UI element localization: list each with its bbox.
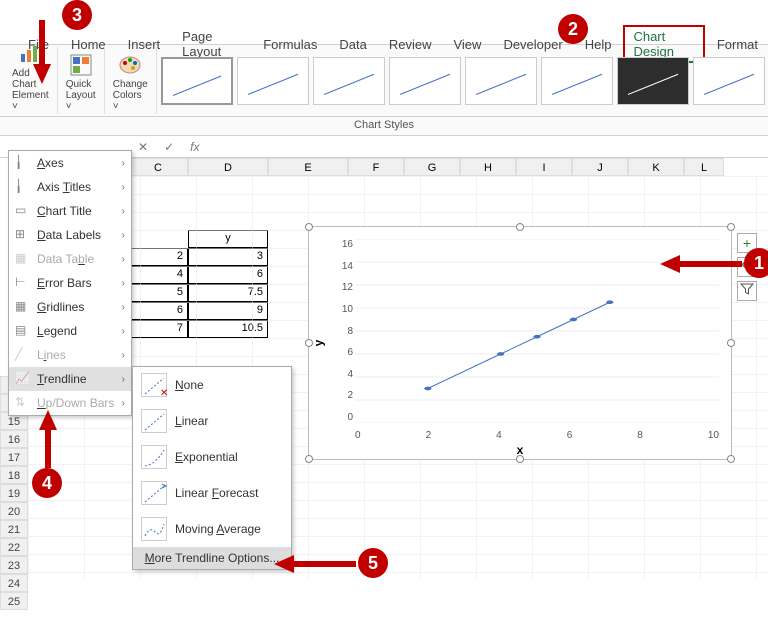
column-headers: CDEFGHIJKL bbox=[128, 158, 724, 176]
row-header-25[interactable]: 25 bbox=[0, 592, 28, 610]
chart-y-ticks: 1614121086420 bbox=[333, 239, 353, 423]
menu-error-bars[interactable]: ⊢Error Bars› bbox=[9, 271, 131, 295]
callout-3: 3 bbox=[62, 0, 92, 30]
chart-handle-n[interactable] bbox=[516, 223, 524, 231]
callout-1: 1 bbox=[744, 248, 768, 278]
trendline-moving-average[interactable]: Moving Average bbox=[133, 511, 291, 547]
trendline-none[interactable]: ✕None bbox=[133, 367, 291, 403]
menu-axes[interactable]: ╽Axes› bbox=[9, 151, 131, 175]
menu-legend[interactable]: ▤Legend› bbox=[9, 319, 131, 343]
chart-handle-ne[interactable] bbox=[727, 223, 735, 231]
arrow-1 bbox=[660, 252, 744, 276]
arrow-4 bbox=[36, 410, 60, 470]
ribbon-tabs: File Home Insert Page Layout Formulas Da… bbox=[0, 0, 768, 45]
callout-2: 2 bbox=[558, 14, 588, 44]
col-header-K[interactable]: K bbox=[628, 158, 684, 176]
col-header-E[interactable]: E bbox=[268, 158, 348, 176]
row-header-16[interactable]: 16 bbox=[0, 430, 28, 448]
col-header-L[interactable]: L bbox=[684, 158, 724, 176]
style-thumb-8[interactable] bbox=[693, 57, 765, 105]
fx-icon[interactable]: fx bbox=[190, 140, 199, 154]
quick-layout-icon bbox=[69, 53, 93, 77]
chart-y-axis-label: y bbox=[311, 340, 325, 347]
palette-icon bbox=[118, 53, 142, 77]
row-header-22[interactable]: 22 bbox=[0, 538, 28, 556]
trendline-exponential[interactable]: Exponential bbox=[133, 439, 291, 475]
menu-trendline[interactable]: 📈Trendline› bbox=[9, 367, 131, 391]
chart-styles-gallery[interactable] bbox=[157, 47, 768, 114]
style-thumb-5[interactable] bbox=[465, 57, 537, 105]
style-thumb-7[interactable] bbox=[617, 57, 689, 105]
arrow-5 bbox=[274, 552, 358, 576]
trendline-linear[interactable]: Linear bbox=[133, 403, 291, 439]
row-header-21[interactable]: 21 bbox=[0, 520, 28, 538]
col-header-D[interactable]: D bbox=[188, 158, 268, 176]
change-colors-label: ChangeColors ˅ bbox=[113, 79, 148, 112]
style-thumb-4[interactable] bbox=[389, 57, 461, 105]
chart-handle-nw[interactable] bbox=[305, 223, 313, 231]
chart-filter-button[interactable] bbox=[737, 281, 757, 301]
menu-lines: ╱Lines› bbox=[9, 343, 131, 367]
chart-styles-group-label: Chart Styles bbox=[0, 117, 768, 136]
style-thumb-1[interactable] bbox=[161, 57, 233, 105]
trendline-linear-forecast[interactable]: Linear Forecast bbox=[133, 475, 291, 511]
col-header-F[interactable]: F bbox=[348, 158, 404, 176]
chart-x-axis-label: x bbox=[517, 443, 524, 457]
style-thumb-2[interactable] bbox=[237, 57, 309, 105]
quick-layout-button[interactable]: QuickLayout ˅ bbox=[64, 51, 98, 114]
row-header-23[interactable]: 23 bbox=[0, 556, 28, 574]
col-header-H[interactable]: H bbox=[460, 158, 516, 176]
ribbon: + Add ChartElement ˅ QuickLayout ˅ Chang… bbox=[0, 45, 768, 117]
menu-data-table: ▦Data Table› bbox=[9, 247, 131, 271]
menu-chart-title[interactable]: ▭Chart Title› bbox=[9, 199, 131, 223]
col-header-G[interactable]: G bbox=[404, 158, 460, 176]
menu-updown-bars: ⇅Up/Down Bars› bbox=[9, 391, 131, 415]
change-colors-button[interactable]: ChangeColors ˅ bbox=[111, 51, 150, 114]
chart-handle-sw[interactable] bbox=[305, 455, 313, 463]
menu-axis-titles[interactable]: ╽Axis Titles› bbox=[9, 175, 131, 199]
col-header-I[interactable]: I bbox=[516, 158, 572, 176]
row-header-24[interactable]: 24 bbox=[0, 574, 28, 592]
fx-cancel-icon[interactable]: ✕ bbox=[138, 140, 148, 154]
menu-gridlines[interactable]: ▦Gridlines› bbox=[9, 295, 131, 319]
svg-text:✕: ✕ bbox=[160, 388, 168, 398]
row-header-18[interactable]: 18 bbox=[0, 466, 28, 484]
chart-x-ticks: 0246810 bbox=[355, 430, 719, 441]
fx-enter-icon[interactable]: ✓ bbox=[164, 140, 174, 154]
style-thumb-3[interactable] bbox=[313, 57, 385, 105]
style-thumb-6[interactable] bbox=[541, 57, 613, 105]
callout-5: 5 bbox=[358, 548, 388, 578]
col-header-J[interactable]: J bbox=[572, 158, 628, 176]
arrow-3 bbox=[30, 20, 54, 84]
row-header-20[interactable]: 20 bbox=[0, 502, 28, 520]
quick-layout-label: QuickLayout ˅ bbox=[66, 79, 96, 112]
callout-4: 4 bbox=[32, 468, 62, 498]
trendline-more-options[interactable]: More Trendline Options... bbox=[133, 547, 291, 569]
col-header-C[interactable]: C bbox=[128, 158, 188, 176]
funnel-icon bbox=[740, 282, 754, 296]
row-header-19[interactable]: 19 bbox=[0, 484, 28, 502]
add-chart-element-menu: ╽Axes› ╽Axis Titles› ▭Chart Title› ⊞Data… bbox=[8, 150, 132, 416]
menu-data-labels[interactable]: ⊞Data Labels› bbox=[9, 223, 131, 247]
chart-handle-e[interactable] bbox=[727, 339, 735, 347]
chart-handle-se[interactable] bbox=[727, 455, 735, 463]
trendline-submenu: ✕None Linear Exponential Linear Forecast… bbox=[132, 366, 292, 570]
row-header-17[interactable]: 17 bbox=[0, 448, 28, 466]
